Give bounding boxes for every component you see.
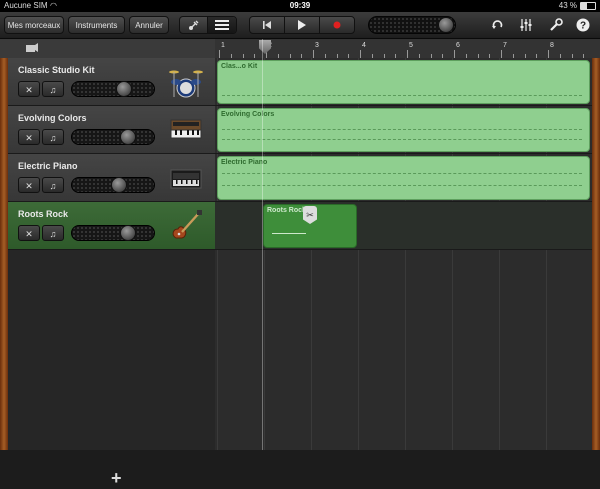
electric-guitar-icon [172, 210, 202, 239]
region-label: Roots Rock [267, 207, 306, 214]
headphones-icon[interactable]: ♫ [42, 225, 64, 241]
status-bar: Aucune SIM ◠ 09:39 43 % [0, 0, 600, 12]
region-label: Electric Piano [221, 159, 268, 166]
go-to-start-icon[interactable] [250, 17, 284, 33]
region-label: Evolving Colors [221, 111, 275, 118]
settings-wrench-icon[interactable] [548, 18, 564, 32]
arrangement-area: Clas...o Kit Evolving Colors Electric Pi… [215, 58, 592, 450]
ruler-tick [313, 50, 314, 58]
drum-kit-icon [169, 70, 203, 98]
region[interactable]: Clas...o Kit [217, 60, 590, 104]
ruler-tick [219, 50, 220, 58]
track-name: Roots Rock [18, 209, 69, 219]
ruler-tick [501, 50, 502, 58]
clock: 09:39 [289, 1, 311, 10]
track-volume-knob[interactable] [120, 129, 136, 145]
headphones-icon[interactable]: ♫ [42, 81, 64, 97]
record-icon[interactable] [318, 17, 354, 33]
ruler-tick [548, 50, 549, 58]
track-header-top [0, 39, 215, 58]
battery-icon [580, 2, 596, 10]
undo-button[interactable]: Annuler [129, 16, 169, 34]
track-list: Classic Studio Kit ✕ ♫ Evolving Colors ✕… [8, 58, 223, 488]
track-name: Classic Studio Kit [18, 65, 95, 75]
track-settings-icon[interactable] [26, 43, 38, 53]
region-label: Clas...o Kit [221, 63, 258, 70]
add-track-button[interactable]: + [111, 468, 122, 489]
play-icon[interactable] [284, 17, 318, 33]
ruler-tick [454, 50, 455, 58]
ruler-bar-number: 3 [315, 42, 319, 49]
track-lane[interactable]: Clas...o Kit [215, 58, 592, 106]
battery-percent: 43 % [558, 1, 577, 10]
playhead[interactable] [262, 39, 263, 450]
mixer-icon[interactable] [518, 18, 534, 32]
ruler-bar-number: 4 [362, 42, 366, 49]
master-volume-slider[interactable] [368, 16, 456, 34]
wood-panel-right [592, 58, 600, 450]
track-header[interactable]: Classic Studio Kit ✕ ♫ [8, 58, 215, 106]
mute-icon[interactable]: ✕ [18, 81, 40, 97]
mute-icon[interactable]: ✕ [18, 225, 40, 241]
track-volume-knob[interactable] [116, 81, 132, 97]
track-volume-knob[interactable] [120, 225, 136, 241]
region[interactable]: Electric Piano [217, 156, 590, 200]
synthesizer-icon [170, 119, 202, 139]
track-header-selected[interactable]: Roots Rock ✕ ♫ [8, 202, 215, 250]
track-volume-slider[interactable] [71, 177, 155, 193]
headphones-icon[interactable]: ♫ [42, 177, 64, 193]
track-volume-slider[interactable] [71, 129, 155, 145]
track-name: Electric Piano [18, 161, 78, 171]
battery-indicator: 43 % [559, 0, 596, 12]
timeline-ruler-row: 12345678 [0, 39, 600, 59]
tracks-view-icon[interactable] [207, 17, 236, 33]
transport-controls [249, 16, 355, 34]
timeline-ruler[interactable]: 12345678 [215, 39, 600, 58]
my-songs-button[interactable]: Mes morceaux [4, 16, 64, 34]
ruler-bar-number: 1 [221, 42, 225, 49]
loop-icon[interactable] [490, 18, 506, 32]
instruments-button[interactable]: Instruments [68, 16, 125, 34]
track-lane[interactable]: Evolving Colors [215, 106, 592, 154]
ruler-tick [407, 50, 408, 58]
ruler-bar-number: 5 [409, 42, 413, 49]
help-icon[interactable]: ? [575, 18, 591, 32]
mute-icon[interactable]: ✕ [18, 129, 40, 145]
track-volume-knob[interactable] [111, 177, 127, 193]
svg-text:?: ? [580, 21, 586, 32]
wood-panel-left [0, 58, 8, 450]
view-switcher [179, 16, 237, 34]
master-volume-knob[interactable] [438, 17, 454, 33]
ruler-bar-number: 7 [503, 42, 507, 49]
ruler-bar-number: 8 [550, 42, 554, 49]
track-header[interactable]: Evolving Colors ✕ ♫ [8, 106, 215, 154]
track-name: Evolving Colors [18, 113, 87, 123]
guitar-view-icon[interactable] [180, 17, 207, 33]
ruler-tick [360, 50, 361, 58]
ruler-bar-number: 6 [456, 42, 460, 49]
track-lane-selected[interactable]: Roots Rock [215, 202, 592, 250]
toolbar: Mes morceaux Instruments Annuler ? [0, 12, 600, 39]
track-volume-slider[interactable] [71, 81, 155, 97]
track-header[interactable]: Electric Piano ✕ ♫ [8, 154, 215, 202]
electric-piano-icon [170, 169, 202, 189]
headphones-icon[interactable]: ♫ [42, 129, 64, 145]
region[interactable]: Evolving Colors [217, 108, 590, 152]
track-lane[interactable]: Electric Piano [215, 154, 592, 202]
track-volume-slider[interactable] [71, 225, 155, 241]
mute-icon[interactable]: ✕ [18, 177, 40, 193]
